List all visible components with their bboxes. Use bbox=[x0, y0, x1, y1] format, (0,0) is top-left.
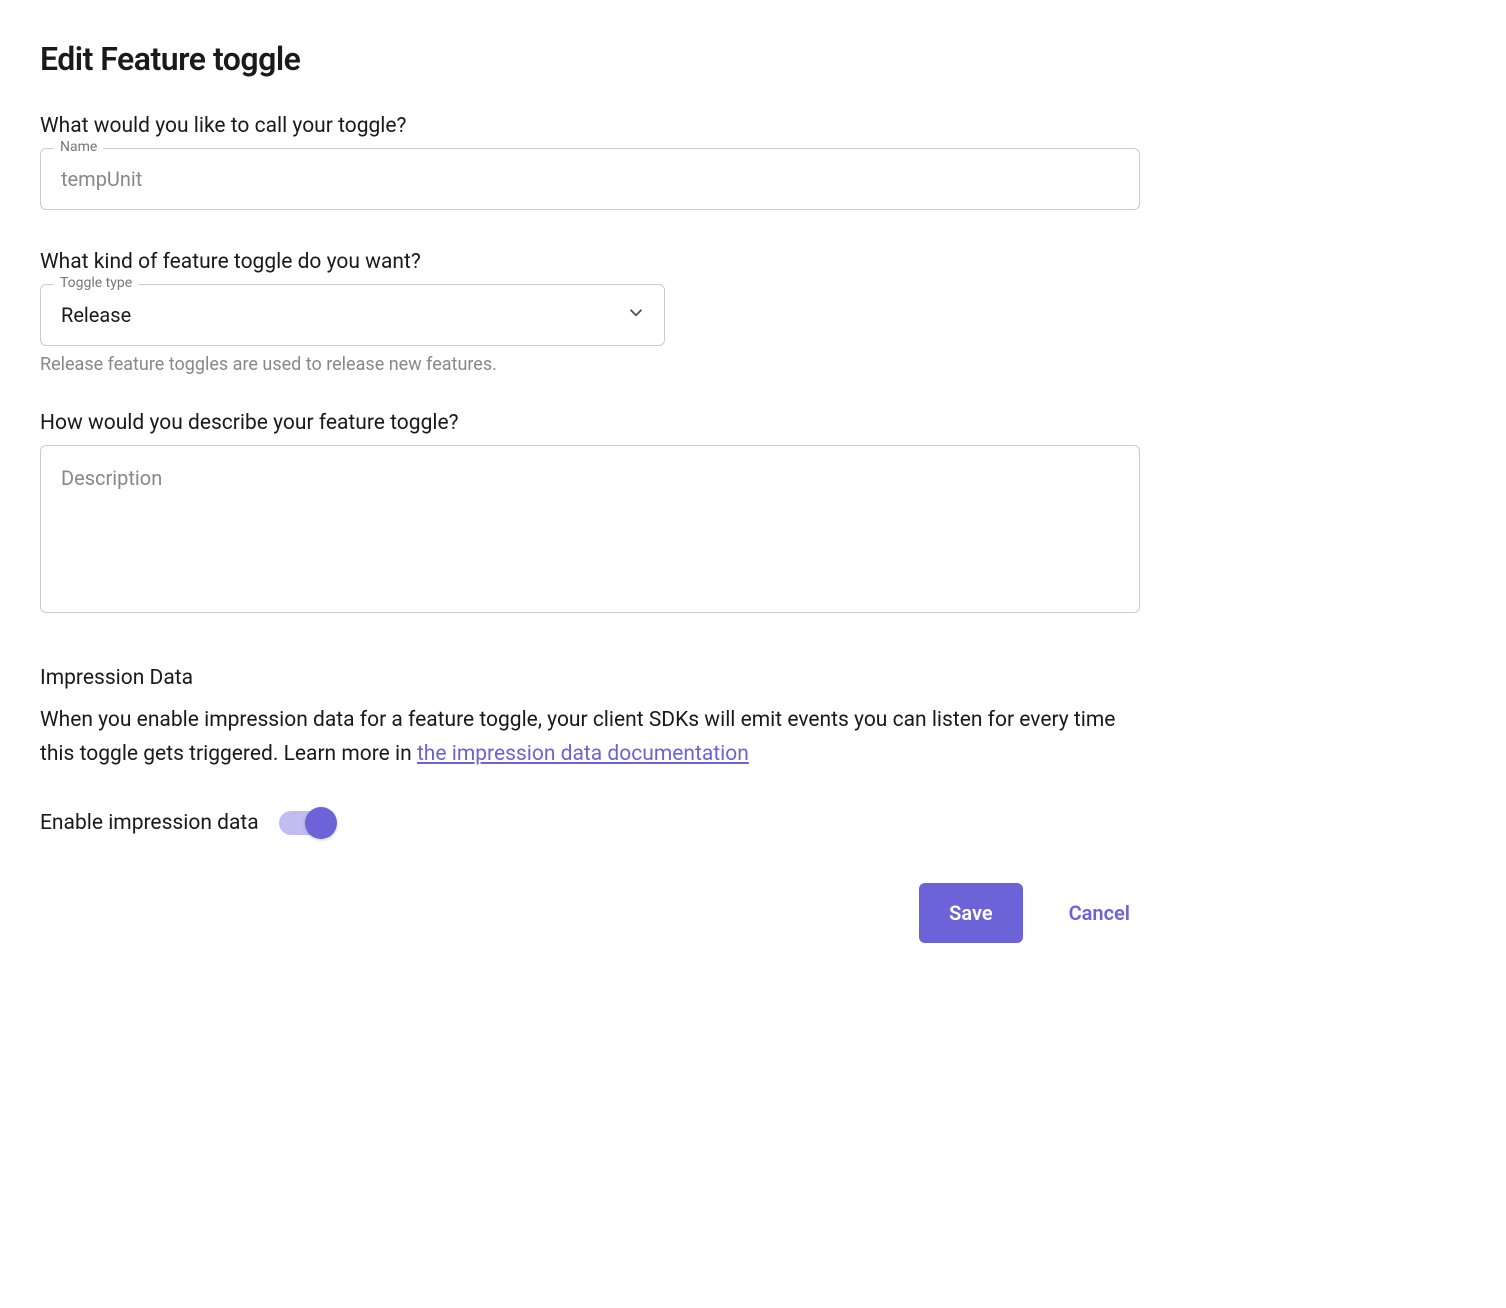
save-button[interactable]: Save bbox=[919, 883, 1022, 943]
toggle-type-select[interactable]: Release bbox=[40, 284, 665, 346]
page-title: Edit Feature toggle bbox=[40, 40, 1140, 78]
type-prompt: What kind of feature toggle do you want? bbox=[40, 250, 1140, 274]
toggle-type-selected: Release bbox=[61, 303, 131, 327]
impression-doc-link[interactable]: the impression data documentation bbox=[417, 742, 749, 766]
impression-heading: Impression Data bbox=[40, 666, 1140, 690]
switch-thumb bbox=[305, 807, 337, 839]
type-field-label: Toggle type bbox=[54, 275, 138, 291]
name-prompt: What would you like to call your toggle? bbox=[40, 114, 1140, 138]
impression-body: When you enable impression data for a fe… bbox=[40, 704, 1140, 771]
cancel-button[interactable]: Cancel bbox=[1059, 883, 1140, 943]
description-textarea[interactable] bbox=[40, 445, 1140, 613]
description-prompt: How would you describe your feature togg… bbox=[40, 411, 1140, 435]
name-field-label: Name bbox=[54, 139, 103, 155]
name-input[interactable] bbox=[40, 148, 1140, 210]
impression-toggle-switch[interactable] bbox=[279, 811, 335, 835]
type-helper-text: Release feature toggles are used to rele… bbox=[40, 354, 1140, 375]
impression-toggle-label: Enable impression data bbox=[40, 811, 259, 835]
